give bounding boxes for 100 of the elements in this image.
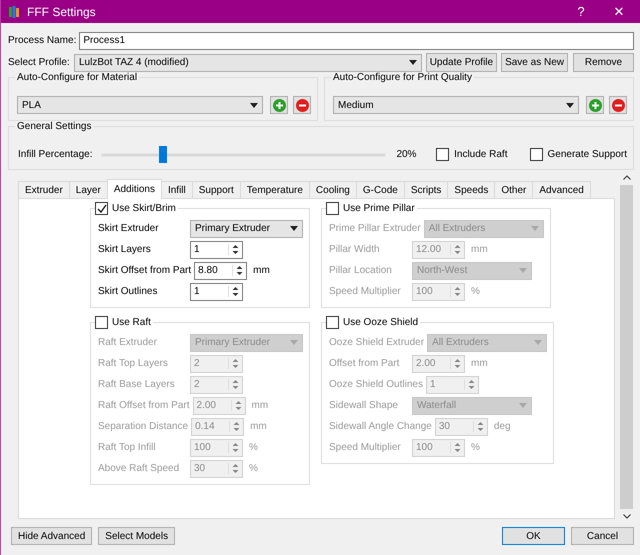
plus-icon [588,98,602,112]
spinner-arrows-icon [472,421,484,432]
tab[interactable]: Advanced [532,181,591,198]
tab[interactable]: Support [192,181,241,198]
field-label: Separation Distance [98,421,190,432]
spin-box[interactable]: 1 [190,282,243,300]
profile-button[interactable]: Save as New [501,53,568,72]
remove-button[interactable] [293,96,311,114]
spinner-arrows-icon [228,358,239,369]
profile-dropdown[interactable]: LulzBot TAZ 4 (modified) [74,54,422,72]
caret-icon [519,403,527,408]
spinner-arrows-icon [228,244,239,255]
caret-icon [408,60,417,65]
checkbox[interactable] [326,316,339,329]
tab[interactable]: Extruder [18,181,70,198]
checkbox[interactable] [326,202,339,215]
checkbox-label: Use Prime Pillar [343,203,415,214]
tab[interactable]: Scripts [404,181,448,198]
field-label: Skirt Outlines [98,286,158,297]
checkbox-label: Use Ooze Shield [343,317,418,328]
checkbox-label: Generate Support [548,149,627,160]
minus-icon [612,98,624,112]
tab[interactable]: Temperature [240,181,310,198]
field-label: Offset from Part [329,358,400,369]
spinner-arrows-icon [228,463,239,474]
unit-label: mm [253,265,270,276]
spinner-arrows-icon [228,379,239,390]
field-label: Skirt Layers [98,244,152,255]
dropdown[interactable]: Medium [333,96,579,114]
profile-button[interactable]: Remove [573,53,634,72]
field-label: Ooze Shield Outlines [329,379,424,390]
field-label: Speed Multiplier [329,442,402,453]
slider-label: Infill Percentage: [18,148,94,162]
dialog-button[interactable]: OK [502,527,565,545]
scrollbar-thumb[interactable] [620,185,634,509]
remove-button[interactable] [609,96,627,114]
dropdown[interactable]: Primary Extruder [190,220,303,238]
slider-thumb[interactable] [158,146,167,163]
spinner-arrows-icon [230,400,242,411]
minus-icon [296,98,308,112]
help-button[interactable]: ? [564,0,598,23]
caret-icon [534,340,542,345]
checkbox[interactable] [95,202,108,215]
field-label: Raft Base Layers [98,379,176,390]
dropdown[interactable]: PLA [17,96,263,114]
unit-label: deg [494,421,511,432]
checkbox-label: Use Skirt/Brim [112,203,176,214]
checkbox-label: Use Raft [112,317,151,328]
tab[interactable]: Layer [68,181,108,198]
group-title: Auto-Configure for Print Quality [331,72,474,83]
field-label: Ooze Shield Extruder [329,337,426,348]
spinner-arrows-icon [232,265,244,276]
unit-label: mm [471,244,488,255]
field-label: Pillar Location [329,265,393,276]
spinner-arrows-icon [450,358,461,369]
checkbox[interactable] [95,316,108,329]
tab[interactable]: Speeds [447,181,496,198]
unit-label: % [249,442,258,453]
tab[interactable]: Cooling [308,181,357,198]
close-button[interactable]: ✕ [602,0,636,23]
spin-box[interactable]: 1 [190,240,243,258]
caret-icon [290,226,298,231]
unit-label: mm [471,358,488,369]
spinner-arrows-icon [228,286,239,297]
caret-icon [566,102,574,108]
unit-label: % [471,286,480,297]
field-label: Speed Multiplier [329,286,402,297]
caret-icon [519,268,527,273]
dialog-button[interactable]: Cancel [571,527,634,545]
field-label: Prime Pillar Extruder [329,223,422,234]
field-label: Sidewall Angle Change [329,421,433,432]
add-button[interactable] [270,96,288,114]
checkbox[interactable] [530,148,542,161]
field-label: Skirt Offset from Part [98,265,192,276]
caret-icon [250,102,258,108]
spinner-arrows-icon [229,421,240,432]
field-label: Skirt Extruder [98,223,160,234]
group-title: Auto-Configure for Material [15,72,140,83]
tab[interactable]: Additions [106,179,162,199]
profile-button[interactable]: Update Profile [426,53,498,72]
unit-label: % [249,463,258,474]
caret-icon [290,340,298,345]
field-label: Process Name: [8,35,78,46]
spinner-arrows-icon [464,379,475,390]
checkbox-label: Include Raft [454,149,508,160]
window-title: FFF Settings [27,4,97,18]
input-field[interactable]: Process1 [79,32,634,50]
add-button[interactable] [586,96,604,114]
field-label: Raft Top Layers [98,358,169,369]
dialog-button[interactable]: Hide Advanced [11,527,92,545]
dialog-button[interactable]: Select Models [98,527,176,545]
field-label: Sidewall Shape [329,400,399,411]
checkbox[interactable] [436,148,450,161]
plus-icon [272,98,286,112]
spinner-arrows-icon [450,244,461,255]
field-label: Select Profile: [8,57,71,68]
spinner-arrows-icon [450,286,461,297]
spin-box[interactable]: 8.80 [194,262,248,280]
unit-label: mm [250,421,267,432]
unit-label: mm [252,400,268,411]
